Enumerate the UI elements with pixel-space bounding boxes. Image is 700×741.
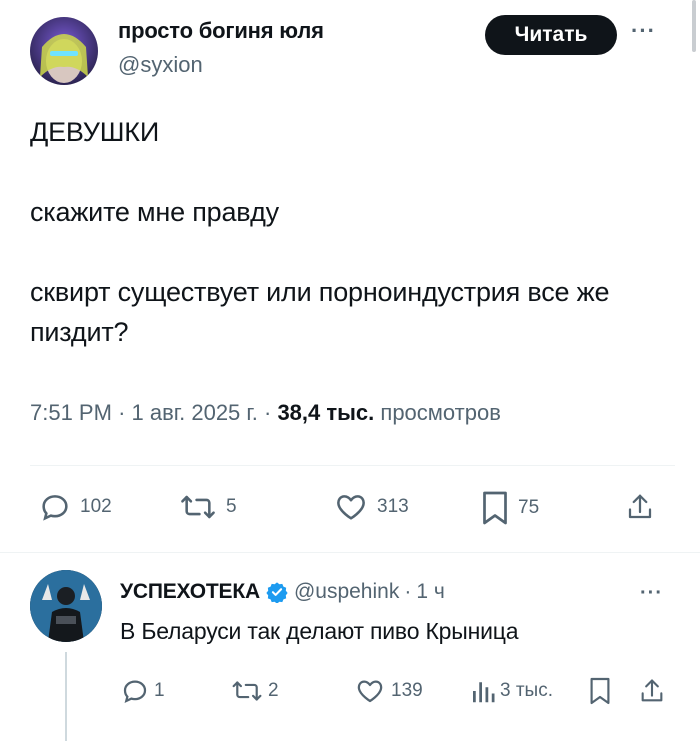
bookmark-button[interactable]: 75 [480,490,539,526]
like-icon [355,676,385,706]
reply-separator: · [404,580,412,603]
reply-author-name[interactable]: УСПЕХОТЕКА [120,580,260,604]
author-avatar[interactable] [30,17,98,85]
share-button[interactable] [625,490,655,524]
verified-badge-icon [266,581,288,603]
share-icon [638,676,666,706]
reply-repost-count: 2 [268,680,279,701]
like-icon [333,490,369,524]
divider [0,552,700,553]
share-icon [625,490,655,524]
tweet-time[interactable]: 7:51 PM [30,400,112,425]
reply-like-count: 139 [391,680,423,701]
divider [30,465,675,466]
reply-bookmark-button[interactable] [588,676,612,706]
scrollbar[interactable] [692,0,696,52]
repost-icon [178,490,218,524]
reply-author-handle[interactable]: @uspehink [294,580,399,604]
author-name[interactable]: просто богиня юля [118,18,324,44]
reply-reply-button[interactable]: 1 [120,676,165,706]
views-label: просмотров [380,400,501,425]
reply-icon [120,676,150,706]
reply-text: В Беларуси так делают пиво Крыница [120,618,519,644]
reply-actions: 1 2 139 3 тыс. [120,676,680,712]
reply-icon [38,490,72,524]
repost-button[interactable]: 5 [178,490,237,524]
reply-views-button[interactable]: 3 тыс. [470,676,553,706]
reply-button[interactable]: 102 [38,490,112,524]
views-icon [470,676,496,706]
repost-icon [230,676,264,706]
tweet-text: ДЕВУШКИ скажите мне правду сквирт сущест… [30,117,610,347]
reply-share-button[interactable] [638,676,666,706]
tweet-date[interactable]: 1 авг. 2025 г. [132,400,258,425]
reply-time[interactable]: 1 ч [416,580,444,604]
reply-header: УСПЕХОТЕКА @uspehink · 1 ч [120,580,445,604]
meta-separator: · [118,400,126,425]
reply-author-avatar[interactable] [30,570,102,642]
reply-count: 102 [80,496,112,517]
tweet-meta: 7:51 PM · 1 авг. 2025 г. · 38,4 тыс. про… [30,400,501,426]
bookmark-icon [588,676,612,706]
author-handle[interactable]: @syxion [118,52,203,78]
reply-reply-count: 1 [154,680,165,701]
reply-more-options-icon[interactable]: ··· [640,582,663,605]
like-button[interactable]: 313 [333,490,409,524]
repost-count: 5 [226,496,237,517]
bookmark-icon [480,490,510,526]
thread-line [65,652,67,741]
reply-views-count: 3 тыс. [500,680,553,701]
reply-repost-button[interactable]: 2 [230,676,279,706]
tweet-actions: 102 5 313 75 [30,490,670,532]
follow-button[interactable]: Читать [485,15,617,55]
meta-separator: · [263,400,272,425]
more-options-icon[interactable]: ··· [631,18,656,44]
like-count: 313 [377,496,409,517]
reply-like-button[interactable]: 139 [355,676,423,706]
views-count[interactable]: 38,4 тыс. [277,400,374,425]
bookmark-count: 75 [518,497,540,518]
